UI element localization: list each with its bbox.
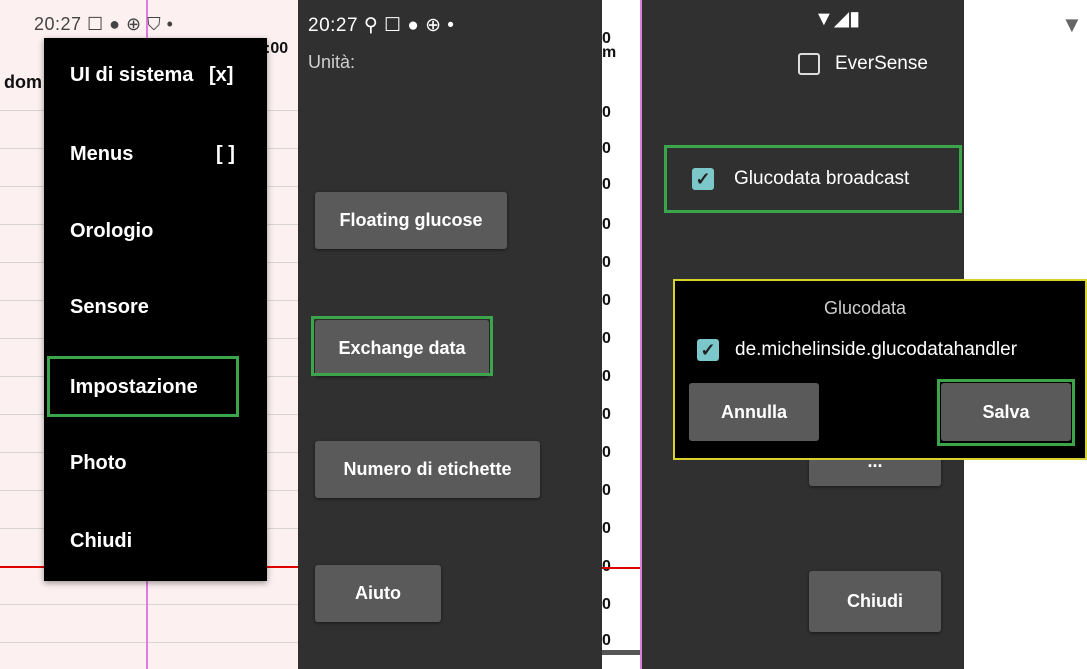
eversense-label: EverSense <box>835 53 928 74</box>
tick-label: 0 <box>602 406 611 423</box>
tick-label: 0 <box>602 254 611 271</box>
annulla-button[interactable]: Annulla <box>689 383 819 441</box>
floating-glucose-button[interactable]: Floating glucose <box>315 192 507 249</box>
menu-item-sensore[interactable]: Sensore <box>70 296 149 319</box>
graph-strip: 0 m 0 0 0 0 0 0 0 0 0 0 0 0 0 0 0 <box>602 0 642 669</box>
wifi-icon: ▼ <box>1061 12 1083 37</box>
dialog-title: Glucodata <box>823 298 907 318</box>
graph-label-left: dom <box>4 72 42 92</box>
settings-panel: 20:27 ⚲ ☐ ● ⊕ • Unità: Floating glucose … <box>298 0 602 669</box>
glucodatahandler-label: de.michelinside.glucodatahandler <box>735 339 1018 360</box>
check-icon: ✓ <box>700 339 716 360</box>
tick-label: 0 <box>602 140 611 157</box>
eversense-checkbox[interactable] <box>798 53 820 75</box>
highlight-salva <box>937 379 1075 446</box>
menu-item-label: UI di sistema <box>70 64 194 86</box>
ui-sistema-checked-indicator: [x] <box>209 64 234 86</box>
tick-label: 0 <box>602 482 611 499</box>
tick-label: 0 <box>602 632 611 649</box>
highlight-exchange-data <box>311 316 493 376</box>
menus-unchecked-indicator: [ ] <box>216 143 235 165</box>
highlight-impostazione <box>47 356 239 417</box>
graph-label-right: :00 <box>265 40 289 57</box>
menu-item-photo[interactable]: Photo <box>70 452 127 475</box>
glucodata-dialog: Glucodata ✓ de.michelinside.glucodatahan… <box>673 279 1087 460</box>
tick-label: 0 <box>602 176 611 193</box>
numero-etichette-button[interactable]: Numero di etichette <box>315 441 540 498</box>
graph-panel: 20:27 ☐ ● ⊕ ⛉ • dom :00 UI di sistema [x… <box>0 0 298 669</box>
main-menu: UI di sistema [x] Menus [ ] Orologio Sen… <box>44 38 267 581</box>
tick-label: 0 <box>602 368 611 385</box>
units-label: Unità: <box>308 52 356 72</box>
status-bar: 20:27 ⚲ ☐ ● ⊕ • <box>308 15 455 36</box>
tick-label: 0 <box>602 292 611 309</box>
tick-label: 0 <box>602 330 611 347</box>
glucodatahandler-checkbox[interactable]: ✓ <box>697 339 719 361</box>
status-bar: ▼◢▮ <box>814 8 861 30</box>
tick-label: 0 <box>602 104 611 121</box>
menu-item-menus[interactable]: Menus <box>70 143 133 166</box>
menu-item-chiudi[interactable]: Chiudi <box>70 530 132 553</box>
status-bar: 20:27 ☐ ● ⊕ ⛉ • <box>34 14 174 34</box>
tick-label: 0 <box>602 596 611 613</box>
tick-label: 0 <box>602 216 611 233</box>
menu-item-label: Menus <box>70 143 134 165</box>
tick-label: m <box>602 44 617 61</box>
chiudi-button[interactable]: Chiudi <box>809 571 941 632</box>
tick-label: 0 <box>602 444 611 461</box>
menu-item-ui-sistema[interactable]: UI di sistema <box>70 64 193 87</box>
aiuto-button[interactable]: Aiuto <box>315 565 441 622</box>
tick-label: 0 <box>602 520 611 537</box>
menu-item-orologio[interactable]: Orologio <box>70 220 153 243</box>
highlight-glucodata-broadcast <box>664 145 962 213</box>
